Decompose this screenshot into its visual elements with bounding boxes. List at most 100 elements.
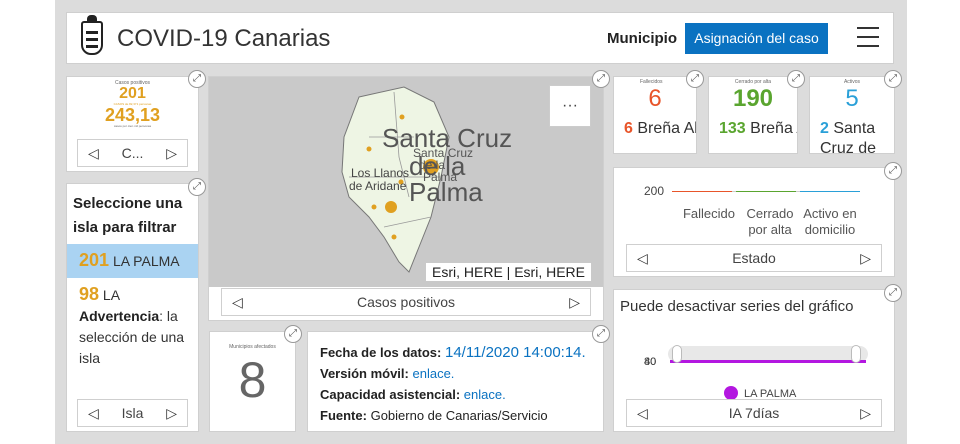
menu-icon[interactable] bbox=[857, 27, 879, 54]
case-marker[interactable] bbox=[371, 204, 377, 210]
map-card: Santa Cruz de la Palma Santa Cruz de la … bbox=[208, 76, 604, 321]
category-label: Fallecido bbox=[682, 206, 736, 221]
slider-handle-left[interactable] bbox=[672, 345, 682, 363]
y-tick-label: 40 bbox=[644, 356, 657, 368]
stat-sub-name: Santa Cruz de bbox=[820, 120, 877, 154]
next-arrow-icon[interactable]: ▷ bbox=[166, 405, 177, 422]
warning-label: Advertencia bbox=[79, 308, 160, 324]
counter-value: 8 bbox=[238, 352, 267, 408]
prev-arrow-icon[interactable]: ◁ bbox=[232, 294, 243, 311]
next-arrow-icon[interactable]: ▷ bbox=[569, 294, 580, 311]
category-label: Cerrado por alta bbox=[746, 206, 794, 237]
stat-card-cerrado: Cerrado por alta 190 133 Breña Alta bbox=[708, 76, 798, 154]
stat-value: 5 bbox=[845, 85, 859, 112]
stat-sub-count: 6 bbox=[624, 120, 633, 137]
prev-arrow-icon[interactable]: ◁ bbox=[88, 405, 99, 422]
stat-card-activos: Activos 5 2 Santa Cruz de bbox=[809, 76, 895, 154]
counter-label: Municipios afectados bbox=[229, 344, 276, 350]
map-attribution: Esri, HERE | Esri, HERE bbox=[426, 263, 591, 281]
case-marker[interactable] bbox=[399, 114, 405, 120]
positive-cases-value: 201 bbox=[119, 85, 146, 102]
expand-icon[interactable]: ⤢ bbox=[884, 284, 902, 302]
prev-arrow-icon[interactable]: ◁ bbox=[88, 145, 99, 162]
series-line bbox=[670, 360, 866, 363]
island-list-card: Seleccione una isla para filtrar 201 LA … bbox=[66, 183, 199, 432]
page-title: COVID-19 Canarias bbox=[117, 25, 331, 52]
expand-icon[interactable]: ⤢ bbox=[787, 70, 805, 88]
y-tick-label: 200 bbox=[644, 184, 665, 198]
map-canvas[interactable]: Santa Cruz de la Palma Santa Cruz de la … bbox=[209, 77, 604, 287]
next-arrow-icon[interactable]: ▷ bbox=[860, 405, 871, 422]
source-label: Fuente: bbox=[320, 408, 367, 423]
expand-icon[interactable]: ⤢ bbox=[188, 178, 206, 196]
stat-sub-count: 133 bbox=[719, 120, 746, 137]
stat-label: Cerrado por alta bbox=[734, 79, 772, 85]
map-nav-label: Casos positivos bbox=[356, 294, 456, 310]
island-name: LA PALMA bbox=[112, 253, 180, 269]
date-value: 14/11/2020 14:00:14. bbox=[445, 344, 586, 361]
positive-rate-sub: casos por cien mil personas bbox=[113, 124, 152, 128]
map-more-button[interactable]: ··· bbox=[549, 85, 591, 127]
category-label: Activo en domicilio bbox=[803, 206, 857, 237]
positive-nav: ◁ C... ▷ bbox=[77, 139, 188, 167]
info-card: Fecha de los datos: 14/11/2020 14:00:14.… bbox=[307, 331, 604, 432]
case-marker[interactable] bbox=[366, 146, 372, 152]
island-nav-label: Isla bbox=[121, 405, 144, 421]
estado-nav-label: Estado bbox=[732, 250, 776, 266]
map-label-town: de Aridane bbox=[349, 179, 407, 193]
date-label: Fecha de los datos: bbox=[320, 345, 442, 360]
case-marker[interactable] bbox=[391, 234, 397, 240]
series-nav: ◁ IA 7días ▷ bbox=[626, 399, 882, 427]
stat-sub-name: Breña Alta bbox=[637, 120, 697, 137]
island-item[interactable]: 98 LA Advertencia: la selección de una i… bbox=[67, 278, 198, 375]
expand-icon[interactable]: ⤢ bbox=[592, 70, 610, 88]
stat-value: 6 bbox=[648, 85, 662, 112]
next-arrow-icon[interactable]: ▷ bbox=[860, 250, 871, 267]
stat-sub-name: Breña Alta bbox=[750, 120, 797, 137]
stat-label: Activos bbox=[843, 79, 861, 85]
expand-icon[interactable]: ⤢ bbox=[884, 70, 902, 88]
cluster-marker[interactable] bbox=[385, 201, 397, 213]
island-name: LA bbox=[102, 287, 121, 303]
chart-baseline bbox=[672, 191, 860, 192]
map-label-town: Los Llanos bbox=[351, 166, 409, 180]
expand-icon[interactable]: ⤢ bbox=[592, 325, 610, 343]
slider-handle-right[interactable] bbox=[851, 345, 861, 363]
prev-arrow-icon[interactable]: ◁ bbox=[637, 405, 648, 422]
expand-icon[interactable]: ⤢ bbox=[188, 70, 206, 88]
series-nav-label: IA 7días bbox=[728, 405, 780, 421]
positive-nav-label: C... bbox=[121, 145, 144, 161]
capacity-link[interactable]: enlace. bbox=[464, 387, 506, 402]
stat-card-fallecidos: Fallecidos 6 6 Breña Alta bbox=[613, 76, 697, 154]
island-list-heading: Seleccione una isla para filtrar bbox=[73, 195, 183, 236]
map-nav: ◁ Casos positivos ▷ bbox=[221, 288, 591, 316]
stat-value: 190 bbox=[732, 85, 774, 112]
island-nav: ◁ Isla ▷ bbox=[77, 399, 188, 427]
estado-nav: ◁ Estado ▷ bbox=[626, 244, 882, 272]
municipios-counter-card: Municipios afectados 8 bbox=[209, 331, 296, 432]
next-arrow-icon[interactable]: ▷ bbox=[166, 145, 177, 162]
expand-icon[interactable]: ⤢ bbox=[284, 325, 302, 343]
series-chart-title: Puede desactivar series del gráfico bbox=[620, 298, 854, 315]
assignment-button[interactable]: Asignación del caso bbox=[685, 23, 828, 54]
island-item-selected[interactable]: 201 LA PALMA bbox=[67, 244, 198, 278]
expand-icon[interactable]: ⤢ bbox=[884, 162, 902, 180]
canarias-logo-icon bbox=[81, 15, 103, 55]
map-label-small: Palma bbox=[423, 170, 457, 184]
positive-rate-value: 243,13 bbox=[104, 105, 161, 125]
estado-chart-card: 200 Fallecido Cerrado por alta Activo en… bbox=[613, 167, 895, 277]
capacity-label: Capacidad asistencial: bbox=[320, 387, 461, 402]
municipio-label: Municipio bbox=[607, 30, 677, 47]
mobile-link[interactable]: enlace. bbox=[413, 366, 455, 381]
stat-label: Fallecidos bbox=[640, 79, 663, 85]
island-count: 201 bbox=[79, 250, 110, 270]
stat-sub-count: 2 bbox=[820, 120, 829, 137]
prev-arrow-icon[interactable]: ◁ bbox=[637, 250, 648, 267]
legend-marker-icon[interactable] bbox=[724, 386, 738, 400]
mobile-label: Versión móvil: bbox=[320, 366, 409, 381]
expand-icon[interactable]: ⤢ bbox=[686, 70, 704, 88]
island-count: 98 bbox=[79, 284, 100, 304]
positive-cases-card: Casos positivos 201 CASOS de 82,371 pers… bbox=[66, 76, 199, 172]
source-value: Gobierno de Canarias/Servicio bbox=[370, 408, 548, 423]
series-chart-card: Puede desactivar series del gráfico 80 4… bbox=[613, 289, 895, 432]
